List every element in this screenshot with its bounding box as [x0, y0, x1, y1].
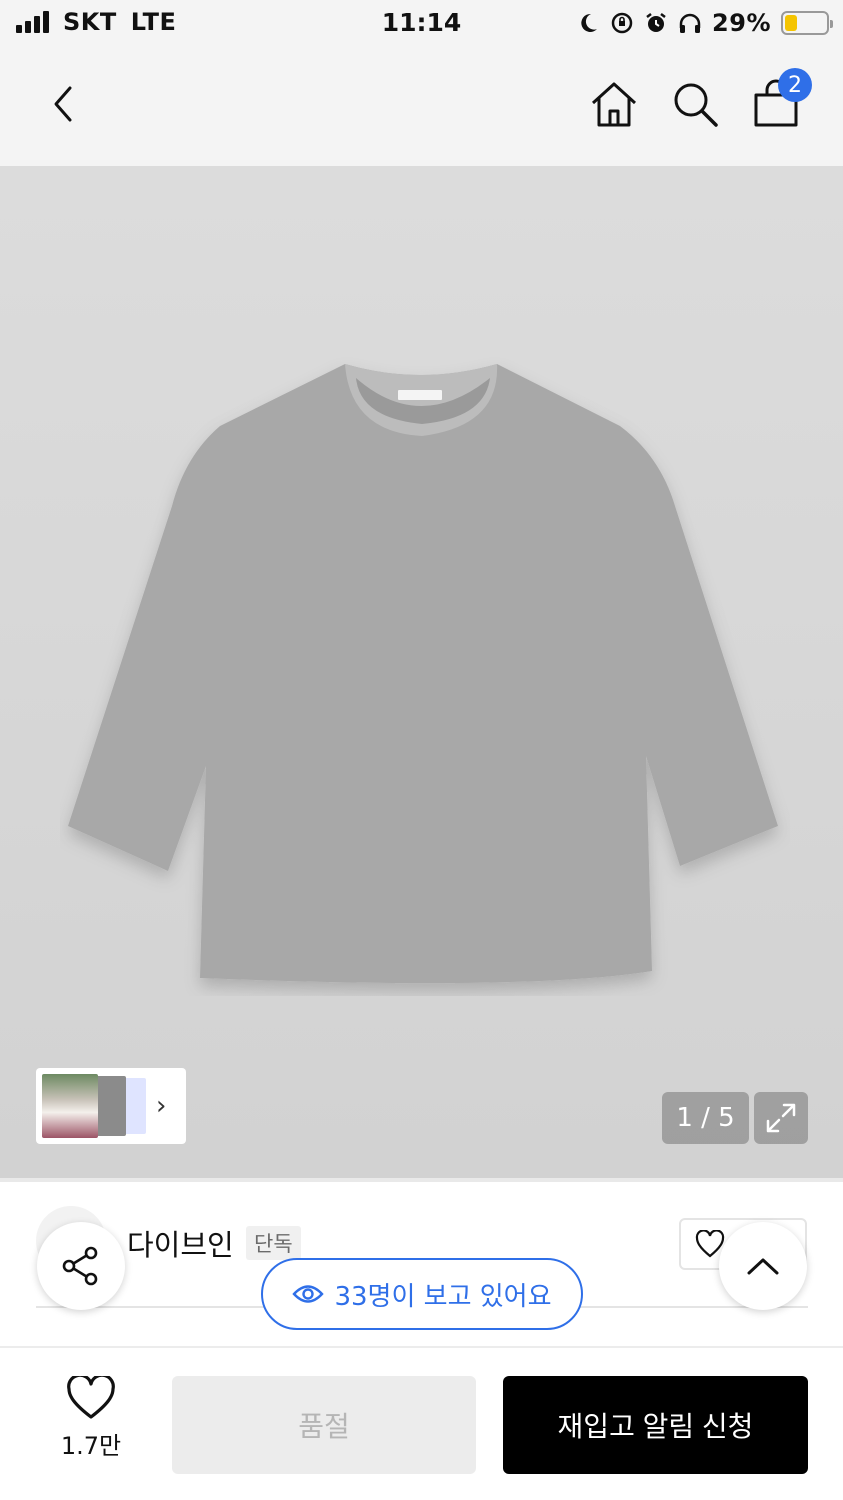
- home-icon: [591, 82, 637, 127]
- moon-icon: [581, 13, 598, 32]
- viewers-indicator: 33명이 보고 있어요: [261, 1258, 583, 1330]
- battery-percent: 29%: [712, 9, 771, 37]
- product-tshirt-image: [68, 364, 778, 984]
- viewers-text: 33명이 보고 있어요: [334, 1281, 552, 1312]
- home-button[interactable]: [584, 74, 644, 134]
- cart-count-badge: 2: [778, 68, 812, 102]
- battery-icon: [781, 11, 833, 35]
- search-button[interactable]: [665, 74, 725, 134]
- product-image-gallery[interactable]: › 1 / 5: [0, 166, 843, 1178]
- app-header: 2: [0, 48, 843, 166]
- status-bar: SKT LTE 11:14 29%: [0, 0, 843, 48]
- eye-icon: [292, 1285, 325, 1303]
- battery-fill: [785, 15, 797, 31]
- chevron-right-icon[interactable]: ›: [156, 1091, 166, 1121]
- back-button[interactable]: [34, 74, 94, 134]
- alarm-icon: [646, 13, 666, 32]
- heart-icon: [67, 1376, 115, 1419]
- share-button[interactable]: [37, 1222, 125, 1310]
- expand-button[interactable]: [754, 1092, 808, 1144]
- expand-icon: [766, 1103, 796, 1133]
- exclusive-badge: 단독: [246, 1226, 301, 1260]
- wishlist-count: 1.7만: [60, 1432, 122, 1460]
- rotation-lock-icon: [611, 12, 633, 34]
- search-icon: [674, 83, 718, 127]
- brand-name[interactable]: 다이브인: [127, 1222, 234, 1264]
- chevron-left-icon: [54, 86, 72, 122]
- share-icon: [62, 1246, 98, 1286]
- thumbnail-model[interactable]: [42, 1074, 98, 1138]
- cart-button[interactable]: 2: [746, 68, 812, 134]
- wishlist-button[interactable]: 1.7만: [36, 1376, 146, 1476]
- chevron-up-icon: [747, 1258, 779, 1275]
- restock-alert-button[interactable]: 재입고 알림 신청: [503, 1376, 808, 1474]
- image-counter: 1 / 5: [662, 1092, 749, 1144]
- product-info: 다이브인 단독 33명이 보고 있어요: [0, 1182, 843, 1346]
- headphones-icon: [679, 13, 701, 33]
- bottom-action-bar: 1.7만 품절 재입고 알림 신청: [0, 1346, 843, 1500]
- status-right: 29%: [576, 9, 833, 37]
- soldout-button: 품절: [172, 1376, 476, 1474]
- thumbnail-strip[interactable]: ›: [36, 1068, 186, 1144]
- scroll-to-top-button[interactable]: [719, 1222, 807, 1310]
